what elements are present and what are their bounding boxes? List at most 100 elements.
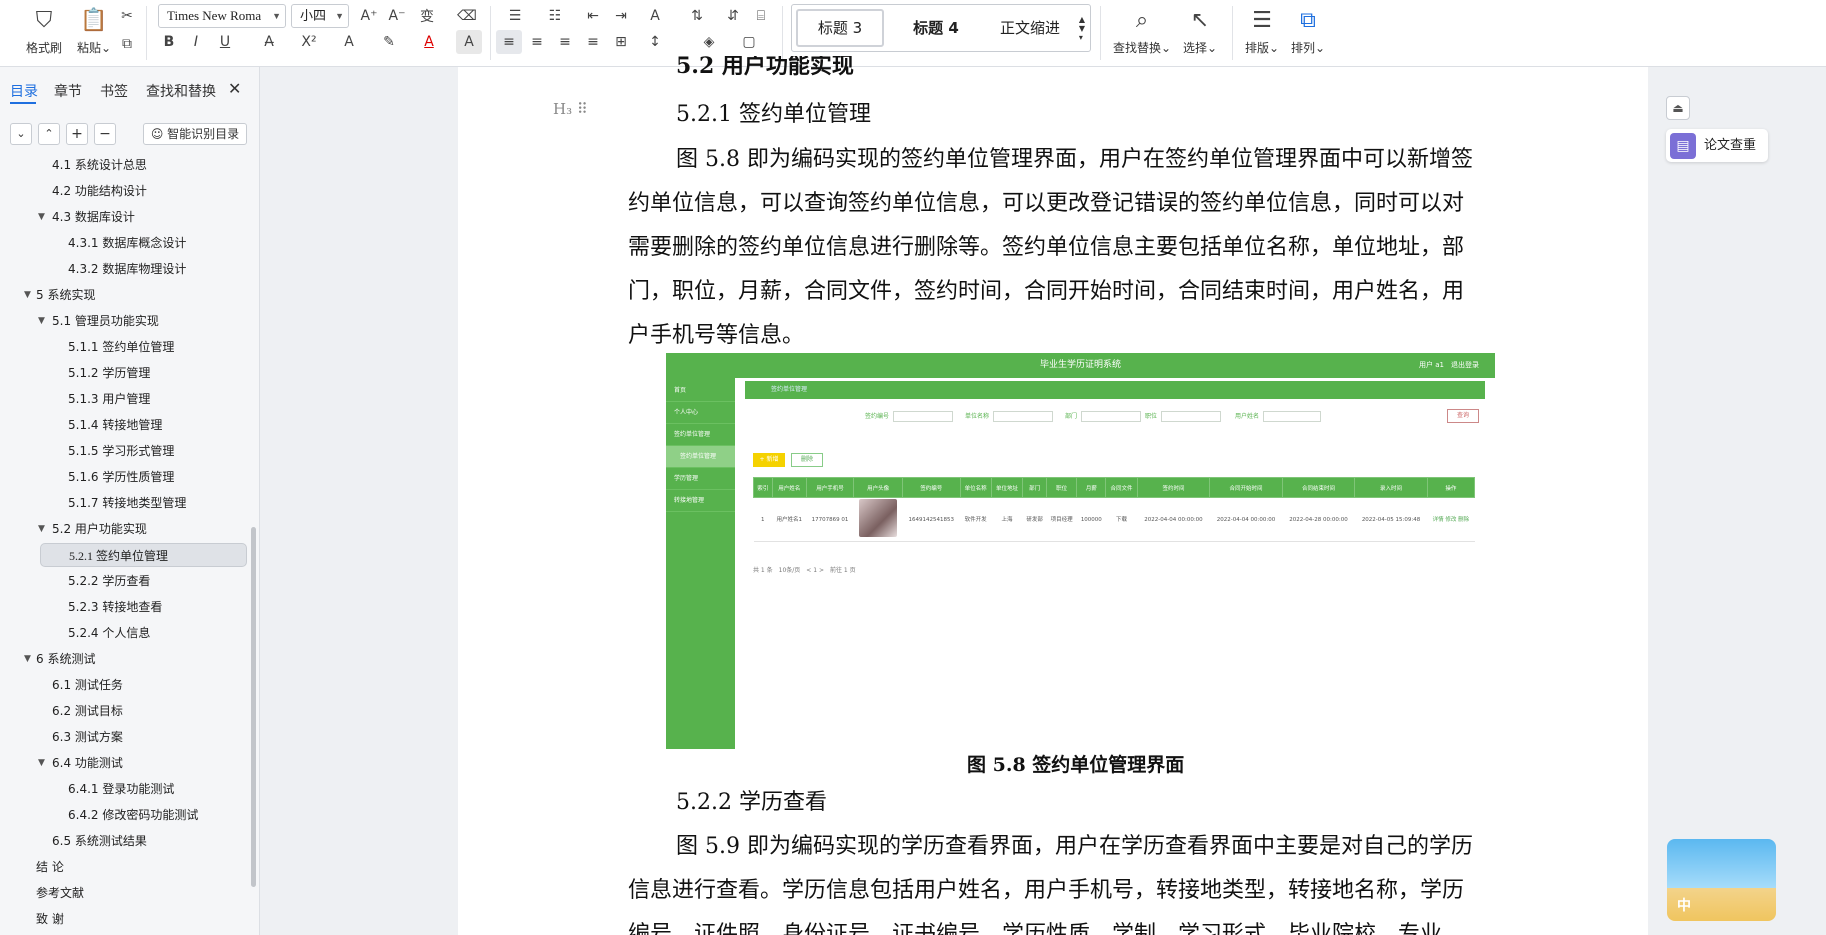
toc-item[interactable]: 5.1.5 学习形式管理 [0,439,250,463]
underline-icon[interactable]: U [212,30,238,54]
heading-level-marker-icon[interactable]: H₃ ⠿ [553,100,588,118]
tab-bookmarks[interactable]: 书签 [100,81,128,101]
cut-icon[interactable]: ✂ [114,4,140,28]
char-shading-icon[interactable]: A [456,30,482,54]
copy-icon[interactable]: ⧉ [114,32,140,56]
toc-item[interactable]: 6.3 测试方案 [0,725,250,749]
align-left-icon[interactable]: ≡ [496,30,522,54]
select-button[interactable]: ↖ 选择⌄ [1176,2,1224,62]
toc-item[interactable]: 5.1.3 用户管理 [0,387,250,411]
heading-5-2-1[interactable]: 5.2.1 签约单位管理 [676,100,871,130]
text-direction-icon[interactable]: A [642,4,668,28]
superscript-icon[interactable]: X² [296,30,322,54]
toc-item[interactable]: 4.1 系统设计总思 [0,153,250,177]
text-effect-icon[interactable]: A [336,30,362,54]
layout-button[interactable]: ☰ 排版⌄ [1238,2,1286,62]
tab-toc[interactable]: 目录 [10,81,38,101]
expand-arrow-icon[interactable]: ▼ [38,751,45,775]
indent-icon[interactable]: ⇥ [608,4,634,28]
remove-icon[interactable]: − [94,123,116,145]
italic-icon[interactable]: I [183,30,209,54]
toc-item[interactable]: 6.4.1 登录功能测试 [0,777,250,801]
paste-button[interactable]: 📋 粘贴⌄ [70,2,118,62]
toc-item[interactable]: ▼ 6 系统测试 [0,647,250,671]
shading-icon[interactable]: ◈ [696,30,722,54]
collapse-all-icon[interactable]: ⌄ [10,123,32,145]
align-right-icon[interactable]: ≡ [552,30,578,54]
find-replace-button[interactable]: ⌕ 查找替换⌄ [1112,2,1172,62]
highlight-icon[interactable]: ✎ [376,30,402,54]
tab-chapters[interactable]: 章节 [54,81,82,101]
line-spacing-icon[interactable]: ⇅ [684,4,710,28]
toc-item[interactable]: ▼ 5 系统实现 [0,283,250,307]
toc-item[interactable]: 5.1.1 签约单位管理 [0,335,250,359]
font-size-select[interactable]: 小四 ▼ [291,4,349,28]
increase-font-icon[interactable]: A⁺ [356,4,382,28]
toc-item[interactable]: 6.1 测试任务 [0,673,250,697]
bold-icon[interactable]: B [156,30,182,54]
figure-screenshot[interactable]: 毕业生学历证明系统 用户 a1 退出登录 首页 个人中心 签约单位管理 签约单位管理 学历… [666,353,1495,749]
toc-item[interactable]: 5.2.4 个人信息 [0,621,250,645]
tab-find-replace[interactable]: 查找和替换 [146,81,216,101]
toc-item[interactable]: 5.2.1 签约单位管理 [40,543,247,567]
outdent-icon[interactable]: ⇤ [580,4,606,28]
toc-item[interactable]: 致 谢 [0,907,250,931]
arrange-button[interactable]: ⧉ 排列⌄ [1284,2,1332,62]
strikethrough-icon[interactable]: A̶ [256,30,282,54]
ime-skin-widget[interactable]: 中 [1667,839,1776,921]
toc-item[interactable]: ▼ 6.4 功能测试 [0,751,250,775]
font-name-select[interactable]: Times New Roma ▼ [158,4,286,28]
format-painter-button[interactable]: ⛉ 格式刷 [20,2,68,62]
bullet-list-icon[interactable]: ☰ [502,4,528,28]
add-icon[interactable]: + [66,123,88,145]
style-heading-4[interactable]: 标题 4 [892,9,980,47]
style-body-indent[interactable]: 正文缩进 [986,9,1074,47]
toc-item[interactable]: 4.3.2 数据库物理设计 [0,257,250,281]
heading-5-2-partial[interactable]: 5.2 用户功能实现 [676,56,854,82]
heading-5-2-2[interactable]: 5.2.2 学历查看 [676,788,827,818]
justify-icon[interactable]: ≡ [580,30,606,54]
sort-icon[interactable]: ⇵ [720,4,746,28]
expand-arrow-icon[interactable]: ▼ [38,309,45,333]
toc-item[interactable]: ▼ 4.3 数据库设计 [0,205,250,229]
toc-item[interactable]: 5.1.2 学历管理 [0,361,250,385]
styles-scroll-icon[interactable]: ▲ ▼ ▾ [1076,7,1088,49]
collapse-panel-icon[interactable]: ⏏ [1666,96,1690,120]
show-marks-icon[interactable]: ⌸ [748,4,774,28]
toc-item[interactable]: 4.3.1 数据库概念设计 [0,231,250,255]
border-icon[interactable]: ▢ [736,30,762,54]
toc-item[interactable]: 6.4.2 修改密码功能测试 [0,803,250,827]
thesis-check-button[interactable]: ▤ 论文查重 [1666,129,1768,162]
toc-item[interactable]: ▼ 5.1 管理员功能实现 [0,309,250,333]
expand-arrow-icon[interactable]: ▼ [24,647,31,671]
paragraph-spacing-icon[interactable]: ↕ [642,30,668,54]
toc-item[interactable]: 参考文献 [0,881,250,905]
eraser-icon[interactable]: ⌫ [454,4,480,28]
toc-item[interactable]: 6.5 系统测试结果 [0,829,250,853]
chevron-up-icon[interactable]: ⌃ [38,123,60,145]
style-heading-3[interactable]: 标题 3 [796,9,884,47]
numbered-list-icon[interactable]: ☷ [542,4,568,28]
toc-item[interactable]: 5.1.4 转接地管理 [0,413,250,437]
toc-item[interactable]: 结 论 [0,855,250,879]
align-center-icon[interactable]: ≡ [524,30,550,54]
paragraph-5-8[interactable]: 图 5.8 即为编码实现的签约单位管理界面，用户在签约单位管理界面中可以新增签约… [628,138,1534,358]
toc-item[interactable]: 4.2 功能结构设计 [0,179,250,203]
toc-item[interactable]: 5.2.2 学历查看 [0,569,250,593]
toc-item[interactable]: ▼ 5.2 用户功能实现 [0,517,250,541]
toc-item[interactable]: 5.1.7 转接地类型管理 [0,491,250,515]
expand-arrow-icon[interactable]: ▼ [38,517,45,541]
toc-item[interactable]: 6.2 测试目标 [0,699,250,723]
close-icon[interactable]: ✕ [228,79,241,98]
toc-item[interactable]: 5.1.6 学历性质管理 [0,465,250,489]
distribute-icon[interactable]: ⊞ [608,30,634,54]
toc-item[interactable]: 5.2.3 转接地查看 [0,595,250,619]
scrollbar[interactable] [251,527,256,887]
font-color-icon[interactable]: A [416,30,442,54]
smart-toc-button[interactable]: ☺ 智能识别目录 [143,123,247,145]
paragraph-5-9[interactable]: 图 5.9 即为编码实现的学历查看界面，用户在学历查看界面中主要是对自己的学历信… [628,825,1534,935]
expand-arrow-icon[interactable]: ▼ [38,205,45,229]
decrease-font-icon[interactable]: A⁻ [384,4,410,28]
expand-arrow-icon[interactable]: ▼ [24,283,31,307]
phonetic-icon[interactable]: 变 [414,4,440,28]
